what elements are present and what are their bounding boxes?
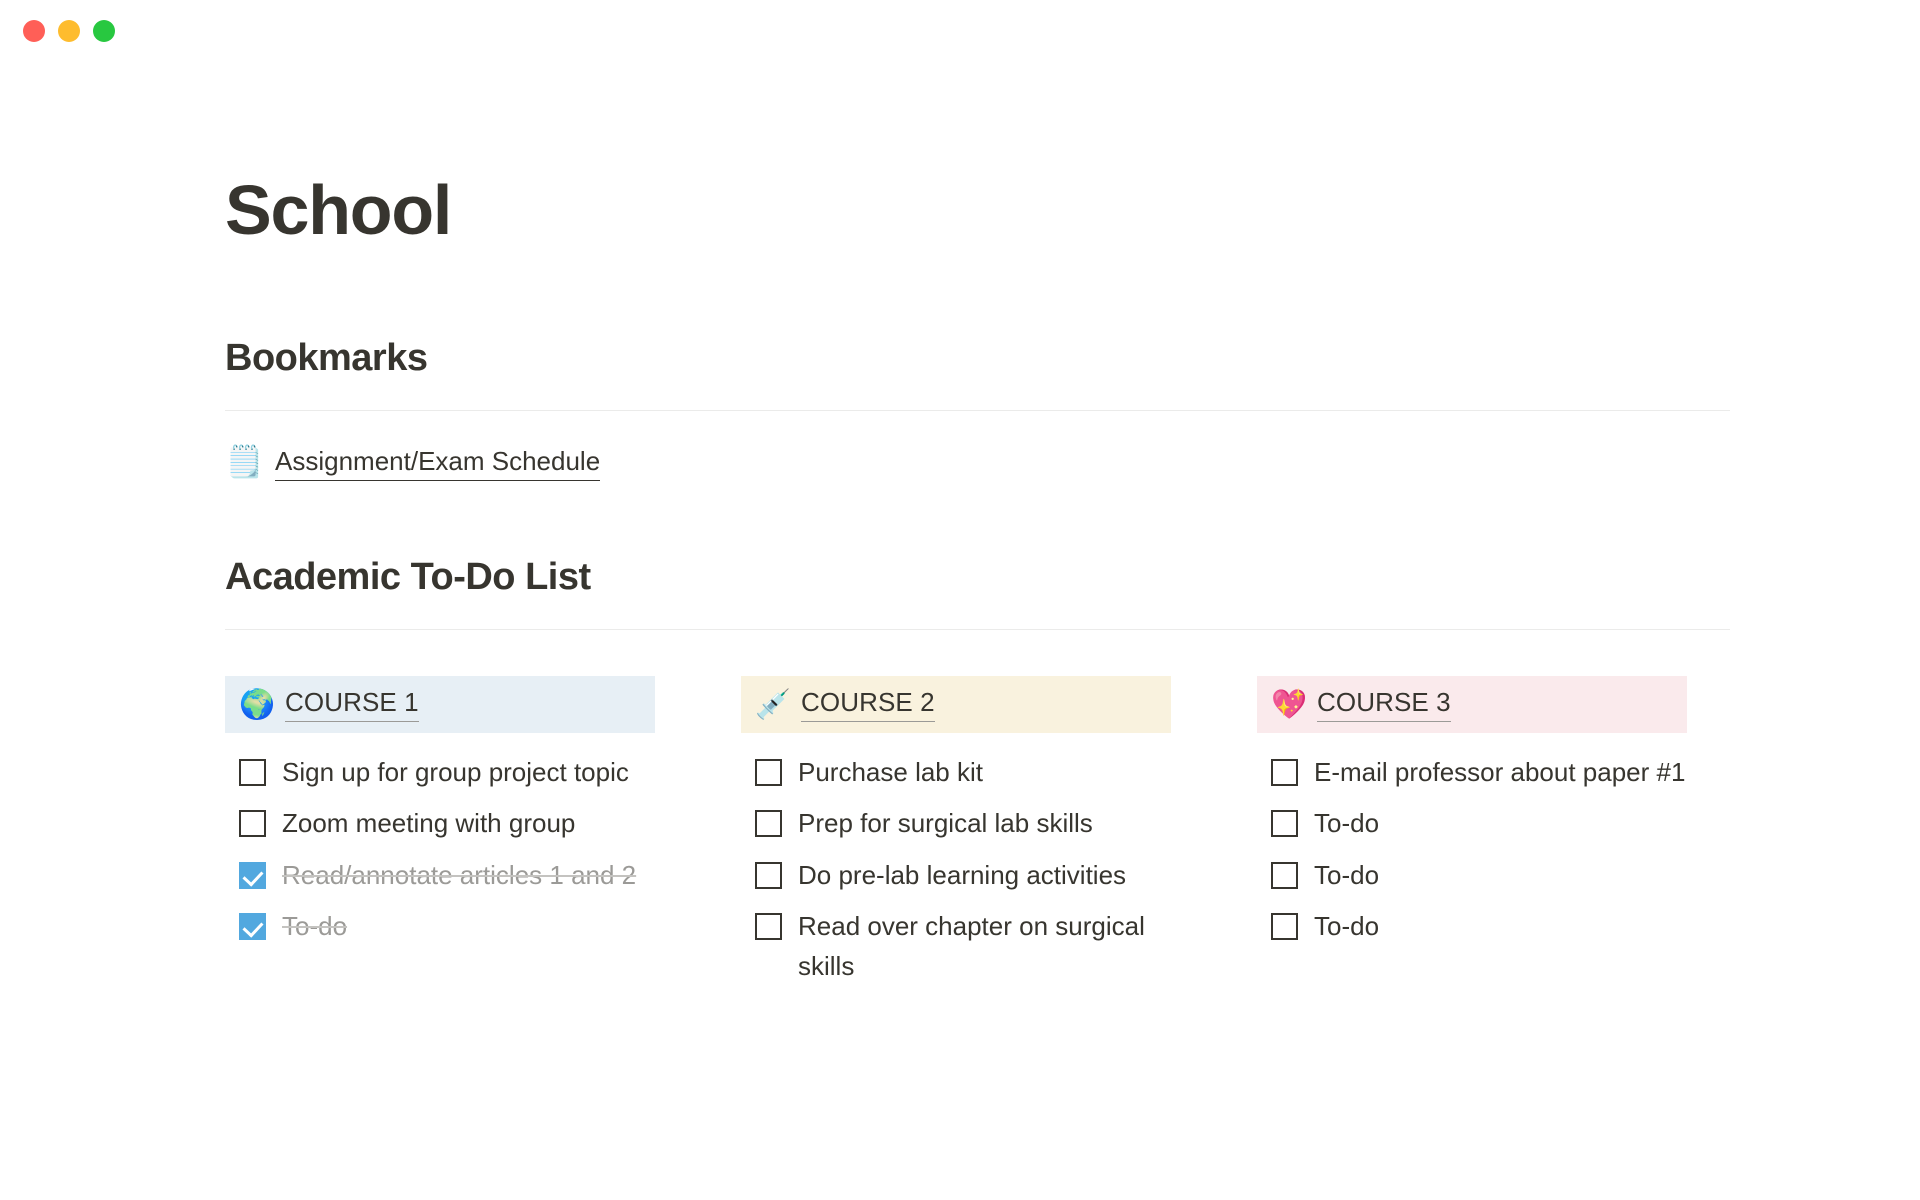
course-header: 💖 COURSE 3 [1257, 675, 1687, 733]
bookmark-list: 🗒️ Assignment/Exam Schedule [225, 445, 1730, 482]
page-content: School Bookmarks 🗒️ Assignment/Exam Sched… [0, 62, 1920, 992]
minimize-window-button[interactable] [58, 20, 80, 42]
checkbox-unchecked-icon[interactable] [755, 913, 782, 941]
course-name-link[interactable]: COURSE 2 [801, 686, 935, 722]
globe-showing-europe-africa-icon: 🌍 [239, 686, 276, 721]
close-window-button[interactable] [23, 20, 45, 42]
checklist-item[interactable]: Zoom meeting with group [225, 798, 655, 850]
todo-column: 💉 COURSE 2 Purchase lab kit Prep for surgic… [741, 675, 1171, 993]
page-title: School [225, 171, 452, 249]
checkbox-unchecked-icon[interactable] [755, 810, 782, 838]
checklist-item-label: Purchase lab kit [798, 756, 983, 787]
checklist-item-label: To-do [282, 911, 348, 942]
spiral-notepad-icon: 🗒️ [225, 444, 264, 481]
checklist-item[interactable]: Sign up for group project topic [225, 747, 655, 799]
checkbox-checked-icon[interactable] [239, 861, 266, 889]
checklist-item[interactable]: To-do [1257, 901, 1687, 953]
checklist-item-label: Do pre-lab learning activities [798, 859, 1127, 890]
course-header: 💉 COURSE 2 [741, 675, 1171, 733]
todo-columns: 🌍 COURSE 1 Sign up for group project topic… [225, 675, 1730, 993]
checkbox-unchecked-icon[interactable] [1271, 861, 1298, 889]
checklist-item-label: Read over chapter on surgical skills [798, 911, 1145, 981]
checklist-item-label: Sign up for group project topic [282, 756, 629, 787]
todo-column: 🌍 COURSE 1 Sign up for group project topic… [225, 675, 655, 993]
maximize-window-button[interactable] [93, 20, 115, 42]
course-header: 🌍 COURSE 1 [225, 675, 655, 733]
checklist-item[interactable]: E-mail professor about paper #1 [1257, 747, 1687, 799]
checkbox-unchecked-icon[interactable] [239, 810, 266, 838]
sparkling-heart-icon: 💖 [1271, 686, 1308, 721]
checklist: E-mail professor about paper #1 To-do To-d… [1257, 733, 1687, 953]
checklist: Purchase lab kit Prep for surgical lab sk… [741, 733, 1171, 993]
checklist-item[interactable]: Do pre-lab learning activities [741, 850, 1171, 902]
course-name-link[interactable]: COURSE 3 [1317, 686, 1451, 722]
checklist-item[interactable]: Read/annotate articles 1 and 2 [225, 850, 655, 902]
checklist-item[interactable]: Read over chapter on surgical skills [741, 901, 1171, 992]
checklist-item[interactable]: To-do [225, 901, 655, 953]
checkbox-unchecked-icon[interactable] [1271, 913, 1298, 941]
syringe-icon: 💉 [755, 686, 792, 721]
checklist-item-label: To-do [1314, 808, 1380, 839]
checkbox-unchecked-icon[interactable] [755, 861, 782, 889]
checklist-item[interactable]: To-do [1257, 850, 1687, 902]
checkbox-unchecked-icon[interactable] [239, 758, 266, 786]
todo-divider [225, 628, 1730, 630]
window-title-bar [0, 0, 1920, 62]
checklist-item-label: To-do [1314, 911, 1380, 942]
checklist: Sign up for group project topic Zoom meet… [225, 733, 655, 953]
todo-column: 💖 COURSE 3 E-mail professor about paper #1… [1257, 675, 1687, 993]
checklist-item[interactable]: To-do [1257, 798, 1687, 850]
checklist-item-label: To-do [1314, 859, 1380, 890]
bookmark-label: Assignment/Exam Schedule [275, 445, 601, 482]
checkbox-unchecked-icon[interactable] [755, 758, 782, 786]
course-name-link[interactable]: COURSE 1 [285, 686, 419, 722]
checklist-item-label: E-mail professor about paper #1 [1314, 756, 1686, 787]
checklist-item[interactable]: Prep for surgical lab skills [741, 798, 1171, 850]
checkbox-checked-icon[interactable] [239, 913, 266, 941]
checklist-item-label: Zoom meeting with group [282, 808, 576, 839]
bookmarks-heading: Bookmarks [225, 337, 428, 379]
checkbox-unchecked-icon[interactable] [1271, 758, 1298, 786]
checkbox-unchecked-icon[interactable] [1271, 810, 1298, 838]
todo-heading: Academic To-Do List [225, 556, 591, 599]
checklist-item-label: Read/annotate articles 1 and 2 [282, 859, 637, 890]
bookmark-link[interactable]: 🗒️ Assignment/Exam Schedule [225, 444, 601, 482]
checklist-item[interactable]: Purchase lab kit [741, 747, 1171, 799]
bookmarks-divider [225, 409, 1730, 411]
checklist-item-label: Prep for surgical lab skills [798, 808, 1093, 839]
